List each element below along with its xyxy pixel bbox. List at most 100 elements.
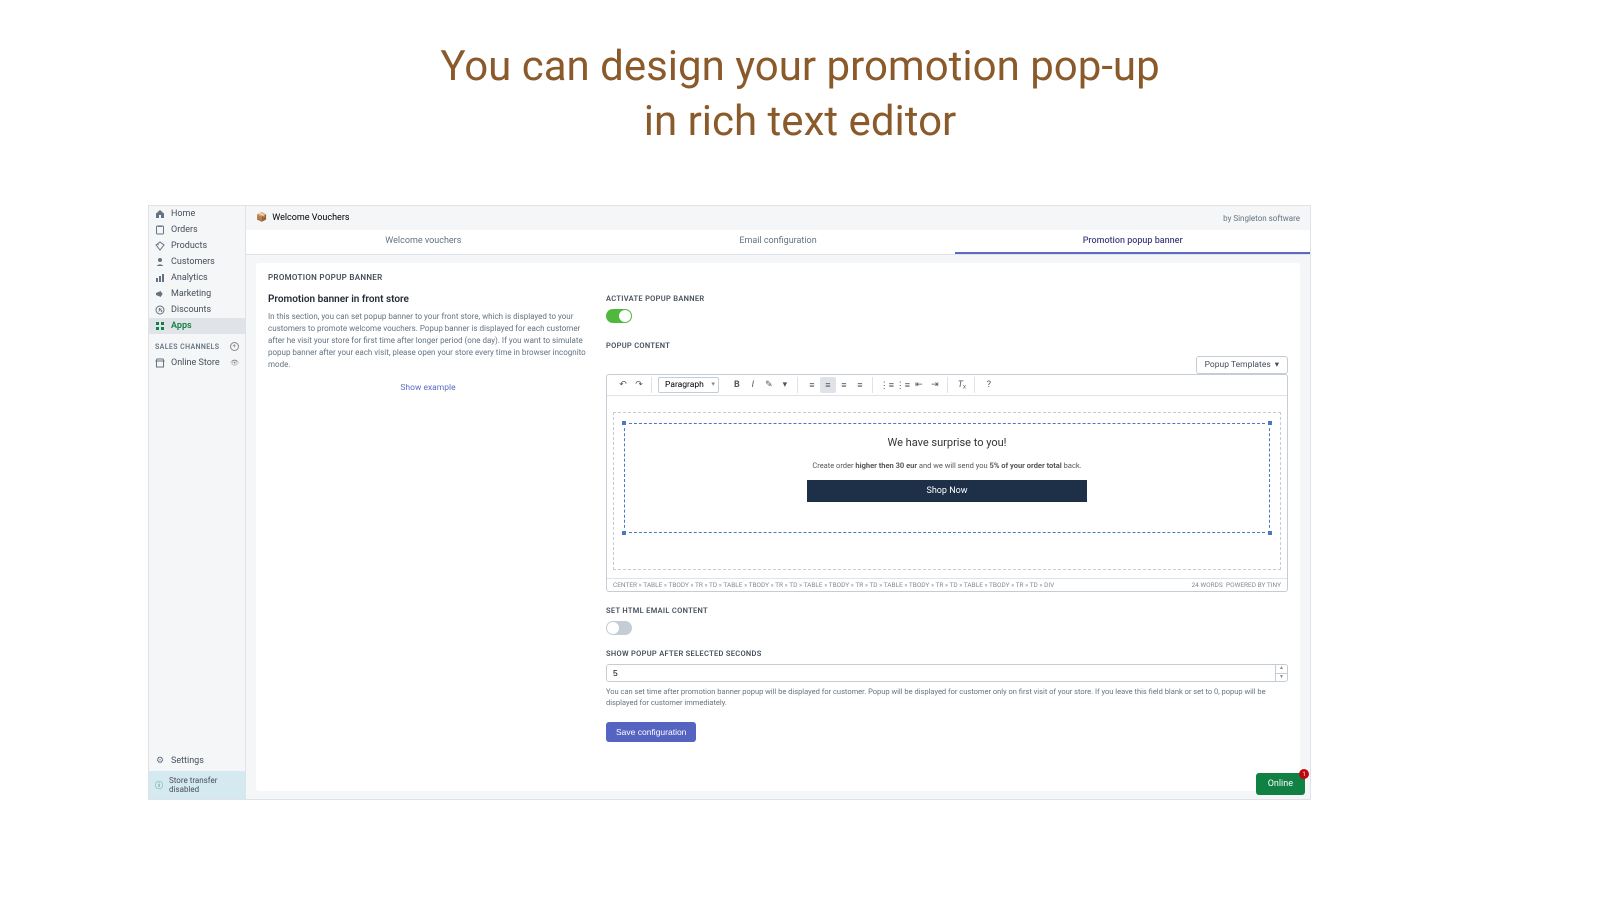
nav-orders[interactable]: Orders bbox=[149, 222, 245, 238]
set-html-label: SET HTML EMAIL CONTENT bbox=[606, 606, 1288, 615]
app-name: Welcome Vouchers bbox=[272, 213, 349, 223]
home-icon bbox=[155, 209, 165, 219]
seconds-label: SHOW POPUP AFTER SELECTED SECONDS bbox=[606, 649, 1288, 658]
customers-icon bbox=[155, 257, 165, 267]
nav-home[interactable]: Home bbox=[149, 206, 245, 222]
show-example-link[interactable]: Show example bbox=[268, 383, 588, 393]
popup-content-label: POPUP CONTENT bbox=[606, 341, 1288, 350]
nav-settings[interactable]: ⚙ Settings bbox=[149, 751, 245, 771]
chevron-down-icon: ▾ bbox=[1275, 360, 1279, 370]
tab-email-config[interactable]: Email configuration bbox=[601, 230, 956, 254]
undo-button[interactable]: ↶ bbox=[615, 377, 631, 393]
stepper-up[interactable]: ▲ bbox=[1276, 665, 1287, 674]
align-center-button[interactable]: ≡ bbox=[820, 377, 836, 393]
bullet-list-button[interactable]: ⋮≡ bbox=[879, 377, 895, 393]
section-label: PROMOTION POPUP BANNER bbox=[268, 273, 1288, 282]
right-column: ACTIVATE POPUP BANNER POPUP CONTENT Popu… bbox=[606, 294, 1288, 742]
nav-label: Discounts bbox=[171, 305, 211, 315]
popup-templates-label: Popup Templates bbox=[1205, 360, 1271, 370]
nav-customers[interactable]: Customers bbox=[149, 254, 245, 270]
align-justify-button[interactable]: ≡ bbox=[852, 377, 868, 393]
settings-label: Settings bbox=[171, 756, 204, 766]
selection-handle[interactable] bbox=[1267, 420, 1273, 426]
nav-label: Home bbox=[171, 209, 195, 219]
popup-text: Create order higher then 30 eur and we w… bbox=[637, 461, 1257, 470]
topbar: 📦 Welcome Vouchers by Singleton software bbox=[246, 206, 1310, 230]
save-button[interactable]: Save configuration bbox=[606, 722, 696, 742]
nav-label: Online Store bbox=[171, 358, 220, 368]
left-desc: In this section, you can set popup banne… bbox=[268, 311, 588, 371]
ordered-list-button[interactable]: ⋮≡ bbox=[895, 377, 911, 393]
powered-by: POWERED BY TINY bbox=[1226, 581, 1281, 589]
analytics-icon bbox=[155, 273, 165, 283]
selection-handle[interactable] bbox=[1267, 530, 1273, 536]
align-right-button[interactable]: ≡ bbox=[836, 377, 852, 393]
left-column: Promotion banner in front store In this … bbox=[268, 294, 588, 742]
word-count: 24 WORDS bbox=[1191, 581, 1222, 589]
nav-marketing[interactable]: Marketing bbox=[149, 286, 245, 302]
apps-icon bbox=[155, 321, 165, 331]
activate-label: ACTIVATE POPUP BANNER bbox=[606, 294, 1288, 303]
nav-label: Analytics bbox=[171, 273, 208, 283]
page-headline: You can design your promotion pop-up in … bbox=[0, 0, 1600, 179]
paragraph-select[interactable]: Paragraph bbox=[658, 377, 719, 393]
store-icon bbox=[155, 358, 165, 368]
align-left-button[interactable]: ≡ bbox=[804, 377, 820, 393]
nav-label: Marketing bbox=[171, 289, 211, 299]
store-transfer-bar[interactable]: ⓘStore transfer disabled bbox=[149, 771, 245, 799]
text-color-button[interactable]: ▾ bbox=[777, 377, 793, 393]
shop-now-button[interactable]: Shop Now bbox=[807, 480, 1087, 502]
online-badge[interactable]: Online 1 bbox=[1256, 773, 1305, 795]
tab-welcome-vouchers[interactable]: Welcome vouchers bbox=[246, 230, 601, 254]
app-author: by Singleton software bbox=[1223, 214, 1300, 223]
editor-toolbar: ↶ ↷ Paragraph B I ✎ ▾ bbox=[607, 375, 1287, 396]
italic-button[interactable]: I bbox=[745, 377, 761, 393]
nav-online-store[interactable]: Online Store 👁 bbox=[149, 355, 245, 371]
sales-channels-header: SALES CHANNELS + bbox=[149, 334, 245, 355]
left-title: Promotion banner in front store bbox=[268, 294, 588, 305]
tab-promotion-popup[interactable]: Promotion popup banner bbox=[955, 230, 1310, 254]
online-count-badge: 1 bbox=[1299, 769, 1309, 779]
products-icon bbox=[155, 241, 165, 251]
underline-button[interactable]: ✎ bbox=[761, 377, 777, 393]
nav-products[interactable]: Products bbox=[149, 238, 245, 254]
nav-label: Customers bbox=[171, 257, 215, 267]
nav-label: Orders bbox=[171, 225, 198, 235]
outdent-button[interactable]: ⇤ bbox=[911, 377, 927, 393]
store-transfer-label: Store transfer disabled bbox=[169, 776, 239, 794]
help-button[interactable]: ? bbox=[981, 377, 997, 393]
editor-breadcrumb: CENTER » TABLE » TBODY » TR » TD » TABLE… bbox=[613, 581, 1054, 589]
editor-footer: CENTER » TABLE » TBODY » TR » TD » TABLE… bbox=[607, 578, 1287, 591]
activate-toggle[interactable] bbox=[606, 309, 632, 323]
bold-button[interactable]: B bbox=[729, 377, 745, 393]
content: PROMOTION POPUP BANNER Promotion banner … bbox=[256, 263, 1300, 791]
sales-channels-label: SALES CHANNELS bbox=[155, 343, 219, 351]
gear-icon: ⚙ bbox=[155, 756, 165, 766]
nav-analytics[interactable]: Analytics bbox=[149, 270, 245, 286]
main: 📦Welcome Vouchers by Singleton software … bbox=[246, 206, 1310, 799]
indent-button[interactable]: ⇥ bbox=[927, 377, 943, 393]
marketing-icon bbox=[155, 289, 165, 299]
app-icon: 📦 bbox=[256, 213, 267, 223]
stepper-down[interactable]: ▼ bbox=[1276, 674, 1287, 682]
selection-handle[interactable] bbox=[621, 530, 627, 536]
nav-label: Products bbox=[171, 241, 207, 251]
clear-format-button[interactable]: Tₓ bbox=[954, 377, 970, 393]
editor-body[interactable]: We have surprise to you! Create order hi… bbox=[607, 396, 1287, 578]
nav-discounts[interactable]: Discounts bbox=[149, 302, 245, 318]
add-channel-button[interactable]: + bbox=[230, 342, 239, 351]
redo-button[interactable]: ↷ bbox=[631, 377, 647, 393]
rich-text-editor: ↶ ↷ Paragraph B I ✎ ▾ bbox=[606, 374, 1288, 592]
popup-templates-dropdown[interactable]: Popup Templates ▾ bbox=[1196, 356, 1288, 374]
sidebar: Home Orders Products Customers Analytics… bbox=[149, 206, 246, 799]
seconds-input[interactable] bbox=[607, 665, 1275, 681]
selection-handle[interactable] bbox=[621, 420, 627, 426]
app-shell: Home Orders Products Customers Analytics… bbox=[148, 205, 1311, 800]
nav-apps[interactable]: Apps bbox=[149, 318, 245, 334]
set-html-toggle[interactable] bbox=[606, 621, 632, 635]
orders-icon bbox=[155, 225, 165, 235]
discounts-icon bbox=[155, 305, 165, 315]
online-label: Online bbox=[1268, 779, 1293, 789]
tabs: Welcome vouchers Email configuration Pro… bbox=[246, 230, 1310, 255]
eye-icon[interactable]: 👁 bbox=[230, 359, 239, 367]
